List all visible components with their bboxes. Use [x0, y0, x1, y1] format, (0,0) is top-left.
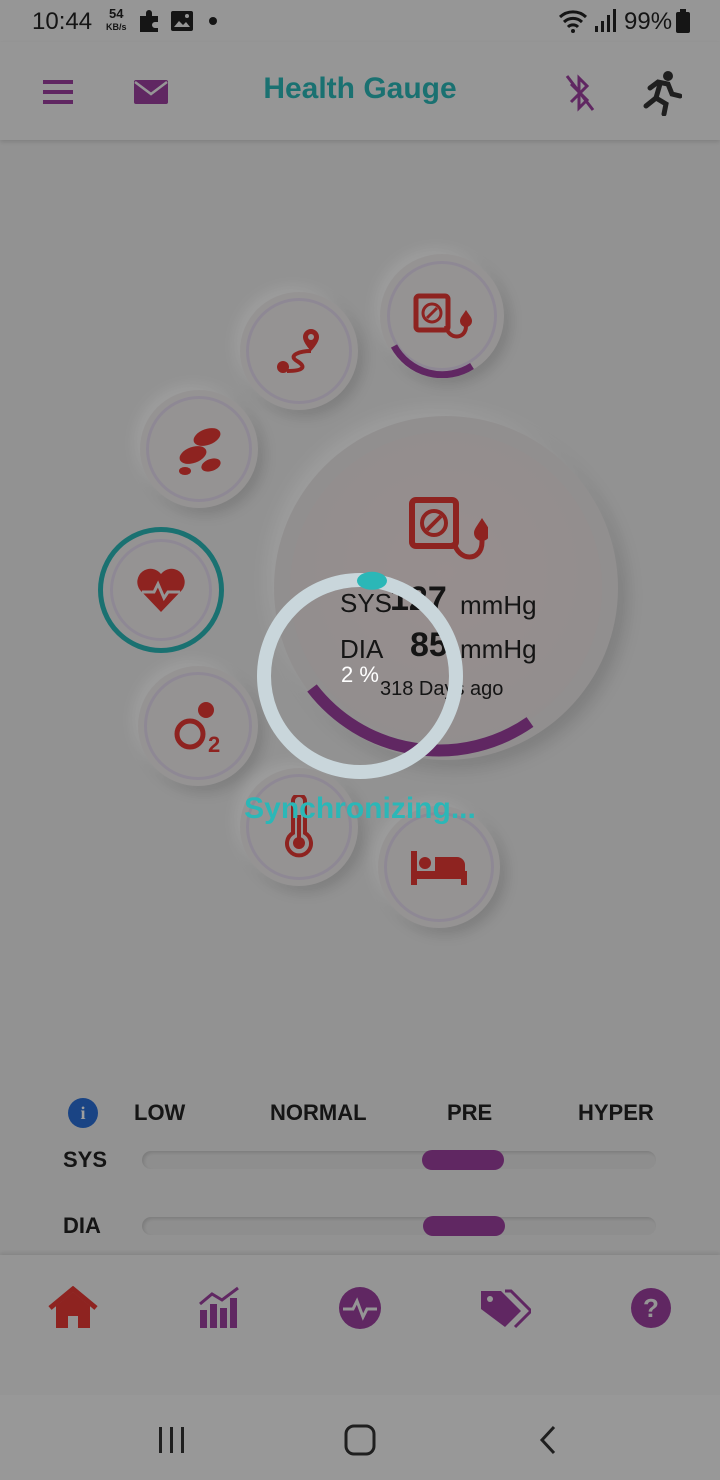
sync-percent: 2 %	[341, 662, 379, 687]
net-speed: 54 KB/s	[106, 6, 127, 32]
battery-percent: 99%	[624, 8, 673, 35]
distance-button[interactable]	[240, 292, 358, 410]
puzzle-icon	[136, 8, 162, 34]
sys-level-track	[142, 1151, 656, 1169]
home-square-icon	[344, 1424, 376, 1456]
back-button[interactable]	[518, 1417, 578, 1463]
nav-home[interactable]	[44, 1283, 102, 1333]
recents-button[interactable]	[142, 1417, 202, 1463]
level-header-normal: NORMAL	[270, 1100, 367, 1125]
activity-button[interactable]	[638, 66, 686, 120]
bar-chart-icon	[199, 1286, 239, 1328]
nav-charts[interactable]	[190, 1283, 248, 1333]
recents-icon	[159, 1427, 184, 1453]
sys-level-marker	[422, 1150, 504, 1170]
tags-icon	[481, 1289, 531, 1329]
nav-tags[interactable]	[476, 1283, 534, 1333]
system-navigation-bar	[0, 1395, 720, 1480]
heartbeat-icon	[339, 1287, 381, 1329]
svg-text:?: ?	[643, 1293, 659, 1323]
signal-icon	[594, 8, 616, 34]
bed-icon	[411, 851, 467, 885]
dia-level-track	[142, 1217, 656, 1235]
back-chevron-icon	[539, 1425, 556, 1455]
nav-measure[interactable]	[332, 1283, 388, 1333]
notification-dot-icon	[209, 17, 217, 25]
heart-rate-button[interactable]	[98, 527, 224, 653]
info-icon[interactable]: i	[68, 1098, 98, 1128]
route-icon	[277, 329, 319, 373]
bp-small-button[interactable]	[380, 254, 504, 378]
heart-rate-icon	[137, 568, 185, 612]
running-person-icon	[643, 71, 682, 116]
home-system-button[interactable]	[330, 1417, 390, 1463]
bluetooth-off-icon	[565, 74, 595, 112]
sync-status-label: Synchronizing...	[244, 792, 476, 825]
app-title: Health Gauge	[263, 72, 457, 105]
image-icon	[170, 10, 194, 32]
sync-progress-indicator	[357, 571, 387, 590]
oxygen-icon: 2	[174, 702, 220, 756]
steps-button[interactable]	[140, 390, 258, 508]
dia-level-label: DIA	[63, 1213, 101, 1238]
bp-level-panel: i LOW NORMAL PRE HYPER SYS DIA	[0, 1090, 720, 1250]
bottom-navigation: ?	[0, 1255, 720, 1395]
home-icon	[48, 1286, 98, 1328]
dia-level-marker	[423, 1216, 505, 1236]
level-header-pre: PRE	[447, 1100, 493, 1125]
blood-pressure-large-icon	[409, 497, 488, 560]
status-time: 10:44	[32, 8, 93, 35]
wifi-icon	[558, 8, 588, 34]
app-bar: Health Gauge	[0, 42, 720, 140]
footsteps-icon	[179, 428, 221, 475]
battery-icon	[676, 9, 690, 33]
bluetooth-button[interactable]	[556, 68, 602, 118]
level-header-hyper: HYPER	[578, 1100, 654, 1125]
status-bar: 10:44 54 KB/s 99%	[0, 0, 720, 42]
level-header-low: LOW	[134, 1100, 186, 1125]
sys-level-label: SYS	[63, 1147, 108, 1172]
help-icon: ?	[631, 1288, 671, 1328]
svg-text:2: 2	[208, 732, 220, 756]
nav-help[interactable]: ?	[624, 1283, 678, 1333]
sync-progress-dialog: 2 % Synchronizing...	[240, 560, 480, 840]
